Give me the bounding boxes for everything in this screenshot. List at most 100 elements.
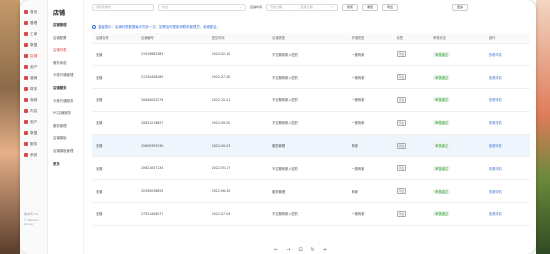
nav-item-label: 财务 <box>30 86 38 91</box>
cell-text: 一般商家 <box>351 98 365 103</box>
nav-item[interactable]: 系统 <box>24 151 37 159</box>
sub-nav-item[interactable]: 店铺配置 <box>53 35 67 40</box>
table-cell-time: 2022-02-10 <box>207 43 269 67</box>
date-range-input[interactable]: 开始日期 结束日期 ▭ <box>266 3 339 11</box>
table-cell-tag: 平台 <box>392 202 430 226</box>
status-select[interactable]: 状态 ⌄ <box>158 3 246 11</box>
main-content: 请搜索编号 状态 ⌄ 店铺时间 开始日期 结束日期 ▭ 搜索 重置 导出 更多 … <box>84 0 536 254</box>
sub-nav-item[interactable]: 店铺列表 <box>53 47 67 52</box>
table-cell-name: 无锡 <box>92 202 138 226</box>
pagination: ← → ⊡ ↻ + <box>274 247 327 253</box>
table-cell-open: 一般商家 <box>347 202 393 226</box>
nav-item[interactable]: 管理 <box>24 19 37 27</box>
search-button[interactable]: 搜索 <box>342 3 359 11</box>
nav-item[interactable]: 数据 <box>24 41 37 49</box>
table-row[interactable]: 无锡 20621007134 2022-05-17 不过期商家入驻的 一般商家 平台 审核通… <box>92 156 530 181</box>
table-row[interactable]: 无锡 27521406577 2022-07-04 不过期商家入驻的 一般商家 平台 审核通… <box>92 202 530 226</box>
table-cell-tag: 平台 <box>392 88 430 112</box>
cell-text: 2022-05-17 <box>211 166 231 171</box>
table-row[interactable]: 无锡 20609359330 2022-09-23 服务管理 商家 平台 审核通过 查看详情 <box>92 134 530 158</box>
table-row[interactable]: 无锡 21234408265 2022-07-20 不过期商家入驻的 一般商家 平台 审核通… <box>92 65 530 90</box>
nav-item[interactable]: 首页 <box>24 8 37 16</box>
export-button[interactable]: 导出 <box>382 3 399 11</box>
table-cell-type: 不过期商家入驻的 <box>268 65 348 90</box>
chevron-down-icon: ⌄ <box>239 5 242 9</box>
table-cell-open: 一般商家 <box>347 88 393 112</box>
view-details-link[interactable]: 查看详情 <box>489 212 502 216</box>
view-details-link[interactable]: 查看详情 <box>489 98 502 102</box>
view-details-link[interactable]: 查看详情 <box>489 76 502 80</box>
table-row[interactable]: 无锡 20640002279 2022-10-21 不过期商家入驻的 一般商家 平台 审核通… <box>92 88 530 112</box>
notice-tip: 温馨提示：店铺列表数据每天同步一次，如需及时更新请联系管理员，谢谢配合。 <box>92 24 220 29</box>
sub-nav-item[interactable]: 卡券开通管理 <box>53 72 73 77</box>
nav-item[interactable]: 营销 <box>24 74 37 82</box>
sub-nav-item[interactable]: PC店铺服务 <box>53 110 71 115</box>
more-button[interactable]: 更多 <box>452 3 469 11</box>
cell-text: 2022-10-21 <box>211 97 231 102</box>
view-details-link[interactable]: 查看详情 <box>489 53 502 57</box>
table-cell-action: 查看详情 <box>484 156 530 181</box>
sub-nav-group: 店铺服务 <box>53 86 67 90</box>
view-details-link[interactable]: 查看详情 <box>489 190 502 194</box>
cell-text: 2022-09-20 <box>211 120 231 125</box>
table-cell-id: 21234408265 <box>137 65 208 90</box>
nav-item[interactable]: 店铺 <box>24 52 37 60</box>
sub-nav-item[interactable]: 店铺模板 <box>53 135 67 140</box>
view-details-link[interactable]: 查看详情 <box>489 121 502 125</box>
cell-text: 21234408265 <box>141 75 164 80</box>
tag-badge: 平台 <box>396 210 407 217</box>
cell-text: 不过期商家入驻的 <box>272 212 298 217</box>
nav-icon <box>24 120 28 124</box>
table-row[interactable]: 无锡 21910682383 2022-02-10 不过期商家入驻的 一般商家 平台 审核通… <box>92 43 530 67</box>
cell-text: 2022-06-30 <box>211 189 231 194</box>
nav-icon <box>24 21 28 25</box>
cell-text: 无锡 <box>96 75 103 80</box>
pager-control-icon[interactable]: ⊡ <box>298 247 302 253</box>
cell-text: 2022-09-23 <box>211 143 231 148</box>
table-row[interactable]: 无锡 20831219827 2022-09-20 不过期商家入驻的 一般商家 平台 审核通… <box>92 111 530 135</box>
pager-control-icon[interactable]: ↻ <box>311 247 315 253</box>
reset-button[interactable]: 重置 <box>362 3 379 11</box>
nav-item[interactable]: 财务 <box>24 85 37 93</box>
tag-badge: 平台 <box>396 142 407 149</box>
table-cell-open: 商家 <box>347 134 393 158</box>
nav-item-label: 内容 <box>30 108 38 113</box>
table-row[interactable]: 无锡 20390036855 2022-06-30 服务管理 商家 平台 审核通过 查看详情 <box>92 179 530 204</box>
column-header: 审核状态 <box>429 33 485 44</box>
sub-nav-item[interactable]: 服务管理 <box>53 123 67 128</box>
pager-control-icon[interactable]: + <box>323 247 327 253</box>
nav-item[interactable]: 服务 <box>24 140 37 148</box>
view-details-link[interactable]: 查看详情 <box>489 167 502 171</box>
view-details-link[interactable]: 查看详情 <box>489 144 502 148</box>
table-cell-id: 20621007134 <box>137 156 208 181</box>
nav-item[interactable]: 用户 <box>24 63 37 71</box>
sub-nav-item[interactable]: 卡券开通服务 <box>53 98 73 103</box>
nav-item[interactable]: 内容 <box>24 107 37 115</box>
sub-nav: 店铺 店铺管理 店铺配置 店铺列表 服务承诺 卡券开通管理 店铺服务 卡券开通服务 PC店铺服… <box>48 0 84 254</box>
nav-item[interactable]: 用户 <box>24 118 37 126</box>
table-cell-action: 查看详情 <box>484 179 530 204</box>
cell-text: 服务管理 <box>272 189 286 194</box>
table-cell-open: 一般商家 <box>347 43 393 67</box>
table-cell-type: 不过期商家入驻的 <box>268 202 348 226</box>
sub-nav-item[interactable]: 服务承诺 <box>53 60 67 65</box>
nav-item[interactable]: 数据 <box>24 129 37 137</box>
table-cell-name: 无锡 <box>92 134 138 158</box>
cell-text: 20390036855 <box>141 189 164 194</box>
cell-text: 27521406577 <box>141 211 164 216</box>
cell-text: 不过期商家入驻的 <box>272 52 298 57</box>
pager-control-icon[interactable]: ← <box>274 247 278 253</box>
table-cell-action: 查看详情 <box>484 134 530 158</box>
table-cell-status: 审核通过 <box>429 43 485 67</box>
nav-item[interactable]: 工单 <box>24 30 37 38</box>
cell-text: 一般商家 <box>351 75 365 80</box>
nav-icon <box>24 131 28 135</box>
column-header: 标签 <box>392 33 430 44</box>
table-cell-type: 服务管理 <box>268 134 348 158</box>
table-cell-type: 不过期商家入驻的 <box>268 88 348 112</box>
pager-control-icon[interactable]: → <box>286 247 290 253</box>
column-header: 提交时间 <box>207 33 269 44</box>
search-input[interactable]: 请搜索编号 <box>92 3 154 11</box>
nav-item[interactable]: 商城 <box>24 96 37 104</box>
sub-nav-item[interactable]: 店铺模板管理 <box>53 148 73 153</box>
